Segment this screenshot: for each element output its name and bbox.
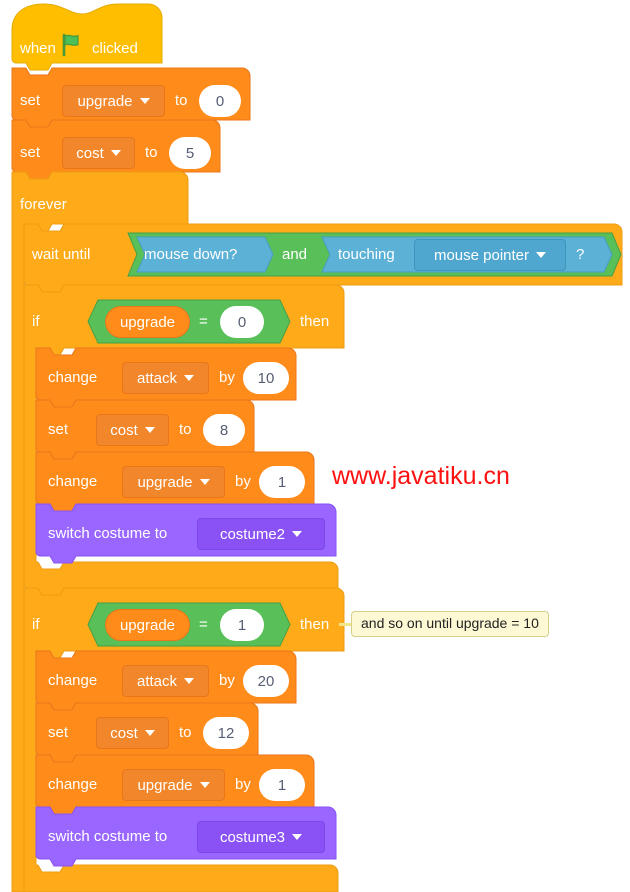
wait-until-label: wait until: [32, 246, 91, 263]
hat-block-shape[interactable]: [11, 3, 163, 71]
if-2-value-input[interactable]: 1: [220, 609, 264, 641]
change-attack-10-by-label: by: [219, 369, 235, 386]
set-upgrade-variable-text: upgrade: [77, 92, 133, 110]
change-upgrade-1-by-label: by: [235, 473, 251, 490]
switch-costume2-text: costume2: [219, 525, 286, 543]
change-attack-20-by-label: by: [219, 672, 235, 689]
change-upgrade-1-label: change: [48, 473, 98, 490]
chevron-down-icon: [292, 531, 303, 537]
mouse-down-label: mouse down?: [144, 246, 238, 263]
set-cost-value-input[interactable]: 5: [169, 137, 211, 169]
chevron-down-icon: [184, 678, 195, 684]
change-attack-10-variable-dropdown[interactable]: attack: [122, 362, 209, 394]
change-upgrade-1b-variable-dropdown[interactable]: upgrade: [122, 769, 225, 801]
switch-costume2-dropdown[interactable]: costume2: [197, 518, 325, 550]
scratch-script-canvas: when clicked set upgrade to 0 set cost t…: [0, 0, 630, 892]
set-cost-variable-dropdown[interactable]: cost: [62, 137, 135, 169]
set-cost-12-variable-text: cost: [110, 724, 138, 742]
change-upgrade-1-value-input[interactable]: 1: [259, 466, 305, 498]
and-operator-label: and: [282, 246, 308, 263]
change-upgrade-1-variable-dropdown[interactable]: upgrade: [122, 466, 225, 498]
if-1-value-input[interactable]: 0: [220, 306, 264, 338]
if-1-then-label: then: [300, 313, 330, 330]
set-upgrade-label: set: [20, 92, 41, 109]
change-attack-20-variable-text: attack: [136, 672, 178, 690]
switch-costume2-label: switch costume to: [48, 525, 168, 542]
switch-costume3-dropdown[interactable]: costume3: [197, 821, 325, 853]
set-cost-label: set: [20, 144, 41, 161]
hat-when-label: when: [20, 40, 56, 57]
set-cost-8-value-input[interactable]: 8: [203, 414, 245, 446]
touching-question-label: ?: [576, 246, 585, 263]
set-cost-8-variable-text: cost: [110, 421, 138, 439]
change-attack-10-label: change: [48, 369, 98, 386]
comment-bubble[interactable]: and so on until upgrade = 10: [351, 611, 549, 638]
if-1-label: if: [32, 313, 40, 330]
set-cost-8-label: set: [48, 421, 69, 438]
change-attack-20-value-input[interactable]: 20: [243, 665, 289, 697]
touching-target-dropdown[interactable]: mouse pointer: [414, 239, 566, 271]
set-cost-12-label: set: [48, 724, 69, 741]
chevron-down-icon: [144, 427, 155, 433]
set-upgrade-variable-dropdown[interactable]: upgrade: [62, 85, 165, 117]
chevron-down-icon: [139, 98, 150, 104]
change-upgrade-1b-value-input[interactable]: 1: [259, 769, 305, 801]
change-upgrade-1b-variable-text: upgrade: [137, 776, 193, 794]
set-cost-12-variable-dropdown[interactable]: cost: [96, 717, 169, 749]
chevron-down-icon: [199, 479, 210, 485]
set-cost-12-value-input[interactable]: 12: [203, 717, 249, 749]
if-2-equals-label: =: [199, 616, 208, 633]
touching-label: touching: [338, 246, 395, 263]
change-attack-10-value-input[interactable]: 10: [243, 362, 289, 394]
if-1-variable-reporter[interactable]: upgrade: [105, 306, 190, 338]
chevron-down-icon: [144, 730, 155, 736]
if-2-label: if: [32, 616, 40, 633]
forever-label: forever: [20, 196, 67, 213]
change-attack-10-variable-text: attack: [136, 369, 178, 387]
change-upgrade-1b-label: change: [48, 776, 98, 793]
set-cost-8-to-label: to: [179, 421, 192, 438]
chevron-down-icon: [292, 834, 303, 840]
if-2-then-label: then: [300, 616, 330, 633]
chevron-down-icon: [199, 782, 210, 788]
chevron-down-icon: [110, 150, 121, 156]
green-flag-icon: [62, 33, 79, 57]
chevron-down-icon: [184, 375, 195, 381]
if-1-equals-label: =: [199, 313, 208, 330]
if-2-variable-reporter[interactable]: upgrade: [105, 609, 190, 641]
set-cost-to-label: to: [145, 144, 158, 161]
chevron-down-icon: [536, 252, 547, 258]
change-upgrade-1b-by-label: by: [235, 776, 251, 793]
set-cost-variable-text: cost: [76, 144, 104, 162]
hat-clicked-label: clicked: [92, 40, 138, 57]
set-cost-12-to-label: to: [179, 724, 192, 741]
touching-target-text: mouse pointer: [433, 246, 530, 264]
block-shapes: [11, 3, 623, 892]
watermark-text: www.javatiku.cn: [332, 462, 510, 490]
switch-costume3-label: switch costume to: [48, 828, 168, 845]
switch-costume3-text: costume3: [219, 828, 286, 846]
change-attack-20-variable-dropdown[interactable]: attack: [122, 665, 209, 697]
set-upgrade-to-label: to: [175, 92, 188, 109]
change-upgrade-1-variable-text: upgrade: [137, 473, 193, 491]
set-upgrade-value-input[interactable]: 0: [199, 85, 241, 117]
set-cost-8-variable-dropdown[interactable]: cost: [96, 414, 169, 446]
change-attack-20-label: change: [48, 672, 98, 689]
